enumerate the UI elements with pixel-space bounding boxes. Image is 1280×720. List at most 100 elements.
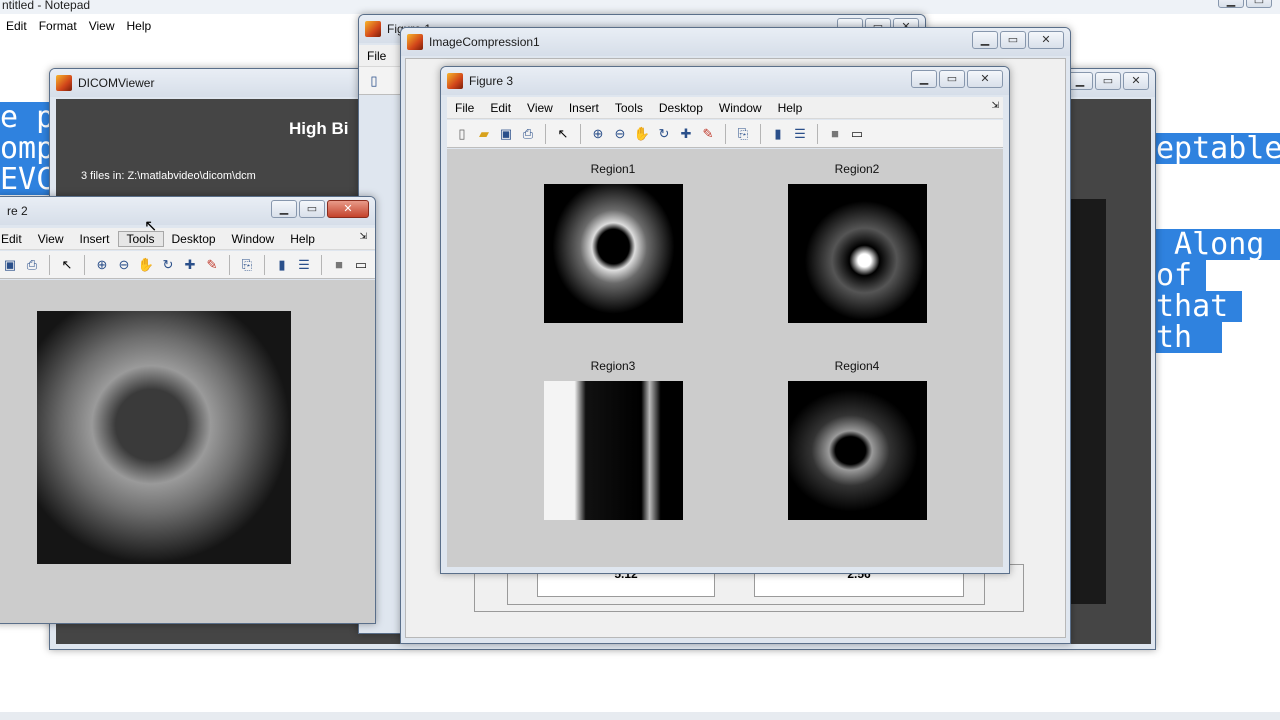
image-compression-title: ImageCompression1 (429, 35, 540, 49)
hide-tools-icon[interactable]: ■ (330, 256, 348, 274)
save-icon[interactable]: ▣ (497, 125, 515, 143)
figure2-canvas (0, 280, 375, 623)
print-icon[interactable]: ⎙ (519, 125, 537, 143)
text-line: omp (0, 131, 55, 166)
dock-arrow-icon[interactable]: ⇲ (991, 100, 999, 111)
new-file-icon[interactable]: ▯ (365, 72, 383, 90)
figure2-menu-view[interactable]: View (30, 232, 72, 246)
save-icon[interactable]: ▣ (1, 256, 19, 274)
knee-mri-image (37, 311, 291, 564)
zoom-in-icon[interactable]: ⊕ (589, 125, 607, 143)
brush-icon[interactable]: ✎ (203, 256, 221, 274)
legend-icon[interactable]: ☰ (295, 256, 313, 274)
dicom-image-preview (1066, 199, 1106, 604)
rotate-3d-icon[interactable]: ↻ (655, 125, 673, 143)
link-plot-icon[interactable]: ⎘ (734, 125, 752, 143)
notepad-menu-edit[interactable]: Edit (0, 19, 39, 33)
figure2-title: re 2 (7, 204, 28, 218)
new-file-icon[interactable]: ▯ (453, 125, 471, 143)
close-button[interactable]: ✕ (1123, 72, 1149, 90)
pointer-icon[interactable]: ↖ (58, 256, 76, 274)
figure3-menu-window[interactable]: Window (711, 101, 770, 115)
toolbar-separator (84, 254, 85, 275)
zoom-out-icon[interactable]: ⊖ (115, 256, 133, 274)
rotate-3d-icon[interactable]: ↻ (159, 256, 177, 274)
colorbar-icon[interactable]: ▮ (273, 256, 291, 274)
open-folder-icon[interactable]: ▰ (475, 125, 493, 143)
close-button[interactable]: ✕ (1028, 31, 1064, 49)
dock-arrow-icon[interactable]: ⇲ (359, 231, 367, 242)
figure3-menu-tools[interactable]: Tools (607, 101, 651, 115)
link-plot-icon[interactable]: ⎘ (238, 256, 256, 274)
region1-title: Region1 (590, 162, 636, 176)
text-line: eptable (1156, 131, 1280, 166)
dicom-viewer-heading: High Bi (289, 119, 349, 138)
figure3-menu-file[interactable]: File (447, 101, 482, 115)
notepad-minimize-button[interactable]: ▁ (1218, 0, 1244, 8)
text-line: of (1156, 260, 1206, 291)
figure3-menu-insert[interactable]: Insert (561, 101, 607, 115)
close-button[interactable]: ✕ (967, 70, 1003, 88)
zoom-in-icon[interactable]: ⊕ (93, 256, 111, 274)
figure2-titlebar[interactable]: re 2 ▁ ▭ ✕ (0, 197, 375, 225)
maximize-button[interactable]: ▭ (1000, 31, 1026, 49)
pan-hand-icon[interactable]: ✋ (137, 256, 155, 274)
legend-icon[interactable]: ☰ (791, 125, 809, 143)
figure3-menubar: File Edit View Insert Tools Desktop Wind… (447, 97, 1003, 119)
figure2-menu-insert[interactable]: Insert (71, 232, 117, 246)
notepad-titlebar: ntitled - Notepad ▁ ▭ (0, 0, 1280, 14)
close-button[interactable]: ✕ (327, 200, 369, 218)
figure2-menu-edit[interactable]: Edit (0, 232, 30, 246)
region4-title: Region4 (834, 359, 880, 373)
figure3-menu-view[interactable]: View (519, 101, 561, 115)
show-tools-icon[interactable]: ▭ (352, 256, 370, 274)
colorbar-icon[interactable]: ▮ (769, 125, 787, 143)
dicom-files-info: 3 files in: Z:\matlabvideo\dicom\dcm (81, 170, 256, 182)
figure1-menu-file[interactable]: File (359, 49, 394, 63)
figure3-menu-edit[interactable]: Edit (482, 101, 519, 115)
notepad-menu-help[interactable]: Help (127, 19, 164, 33)
matlab-logo-icon (365, 21, 381, 37)
data-cursor-icon[interactable]: ✚ (677, 125, 695, 143)
notepad-menubar: Edit Format View Help (0, 16, 163, 36)
figure3-titlebar[interactable]: Figure 3 ▁ ▭ ✕ (441, 67, 1009, 95)
pan-hand-icon[interactable]: ✋ (633, 125, 651, 143)
maximize-button[interactable]: ▭ (299, 200, 325, 218)
figure3-menu-help[interactable]: Help (770, 101, 811, 115)
figure3-window: Figure 3 ▁ ▭ ✕ File Edit View Insert Too… (440, 66, 1010, 574)
hide-tools-icon[interactable]: ■ (826, 125, 844, 143)
maximize-button[interactable]: ▭ (1095, 72, 1121, 90)
notepad-menu-format[interactable]: Format (39, 19, 89, 33)
brush-icon[interactable]: ✎ (699, 125, 717, 143)
image-compression-titlebar[interactable]: ImageCompression1 ▁ ▭ ✕ (401, 28, 1070, 56)
region2-image (788, 184, 927, 323)
zoom-out-icon[interactable]: ⊖ (611, 125, 629, 143)
matlab-logo-icon (407, 34, 423, 50)
minimize-button[interactable]: ▁ (271, 200, 297, 218)
dicom-viewer-title: DICOMViewer (78, 76, 155, 90)
minimize-button[interactable]: ▁ (911, 70, 937, 88)
toolbar-separator (760, 123, 761, 144)
text-line: that (1156, 291, 1242, 322)
notepad-maximize-button[interactable]: ▭ (1246, 0, 1272, 8)
data-cursor-icon[interactable]: ✚ (181, 256, 199, 274)
figure2-menu-desktop[interactable]: Desktop (164, 232, 224, 246)
matlab-logo-icon (447, 73, 463, 89)
text-line: EVC (0, 162, 55, 197)
figure3-menu-desktop[interactable]: Desktop (651, 101, 711, 115)
print-icon[interactable]: ⎙ (23, 256, 41, 274)
minimize-button[interactable]: ▁ (972, 31, 998, 49)
text-line: e p (0, 100, 55, 135)
toolbar-separator (321, 254, 322, 275)
pointer-icon[interactable]: ↖ (554, 125, 572, 143)
figure3-canvas: Region1 Region2 Region3 Region4 (447, 149, 1003, 567)
show-tools-icon[interactable]: ▭ (848, 125, 866, 143)
notepad-statusbar (0, 712, 1280, 720)
toolbar-separator (817, 123, 818, 144)
figure2-menu-help[interactable]: Help (282, 232, 323, 246)
figure2-menu-window[interactable]: Window (224, 232, 283, 246)
mouse-cursor-icon: ↖ (144, 218, 158, 235)
toolbar-separator (229, 254, 230, 275)
notepad-menu-view[interactable]: View (89, 19, 127, 33)
maximize-button[interactable]: ▭ (939, 70, 965, 88)
